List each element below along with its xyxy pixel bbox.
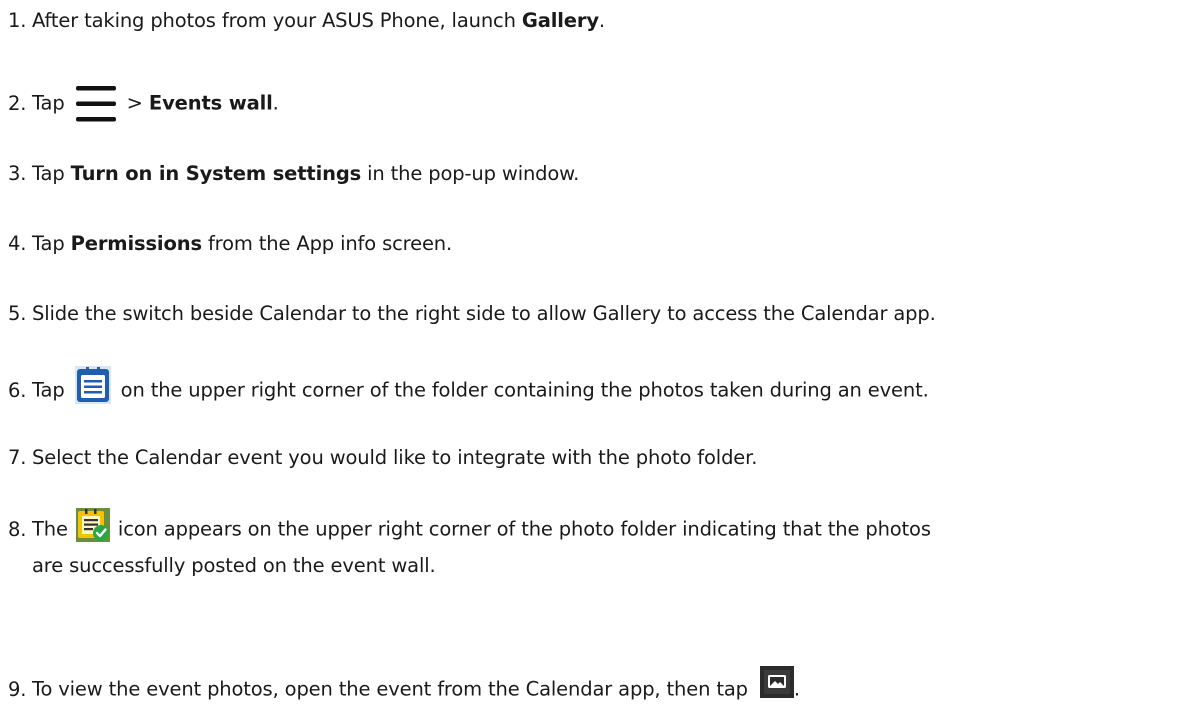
step-text-end: . xyxy=(793,677,800,701)
step-5: 5. Slide the switch beside Calendar to th… xyxy=(8,299,936,329)
step-number: 7. xyxy=(8,446,27,469)
photo-gallery-icon xyxy=(759,666,794,698)
step-9: 9. To view the event photos, open the eve… xyxy=(8,666,800,706)
step-bold-text: Gallery xyxy=(521,9,599,32)
step-number: 3. xyxy=(8,162,27,185)
step-number: 8. xyxy=(8,517,27,541)
step-bold-text: Events wall xyxy=(148,91,273,115)
hamburger-menu-icon xyxy=(75,83,117,125)
step-text: Tap xyxy=(32,232,71,255)
step-text-end: on the upper right corner of the folder … xyxy=(114,378,929,402)
step-text: Tap xyxy=(32,162,71,185)
step-2: 2. Tap > Events wall. xyxy=(8,83,279,125)
step-bold-text: Turn on in System settings xyxy=(70,162,362,185)
step-4: 4. Tap Permissions from the App info scre… xyxy=(8,229,452,259)
step-text: After taking photos from your ASUS Phone… xyxy=(32,9,522,32)
step-1: 1. After taking photos from your ASUS Pho… xyxy=(8,6,605,36)
step-text: Select the Calendar event you would like… xyxy=(32,446,758,469)
step-text: The xyxy=(32,517,74,541)
step-number: 5. xyxy=(8,302,27,325)
step-text: To view the event photos, open the event… xyxy=(32,677,754,701)
step-text: Tap xyxy=(32,91,71,115)
step-3: 3. Tap Turn on in System settings in the … xyxy=(8,159,579,189)
step-text: Tap xyxy=(32,378,71,402)
step-number: 9. xyxy=(8,677,27,701)
step-separator: > xyxy=(120,91,149,115)
step-number: 2. xyxy=(8,91,27,115)
step-text-end: from the App info screen. xyxy=(201,232,453,255)
step-text-end: in the pop-up window. xyxy=(361,162,580,185)
step-number: 1. xyxy=(8,9,27,32)
step-8: 8. The icon appears on the upper right co… xyxy=(8,508,931,581)
step-text-end: icon appears on the upper right corner o… xyxy=(111,517,931,541)
step-7: 7. Select the Calendar event you would li… xyxy=(8,443,757,473)
calendar-list-icon xyxy=(74,366,111,404)
step-text-continued: are successfully posted on the event wal… xyxy=(32,554,436,577)
step-bold-text: Permissions xyxy=(70,232,202,255)
step-text: Slide the switch beside Calendar to the … xyxy=(32,302,936,325)
step-6: 6. Tap on the upper right corner of the f… xyxy=(8,366,929,410)
step-number: 6. xyxy=(8,378,27,402)
event-posted-icon xyxy=(75,508,110,542)
step-number: 4. xyxy=(8,232,27,255)
step-text-end: . xyxy=(272,91,279,115)
step-text-end: . xyxy=(598,9,605,32)
